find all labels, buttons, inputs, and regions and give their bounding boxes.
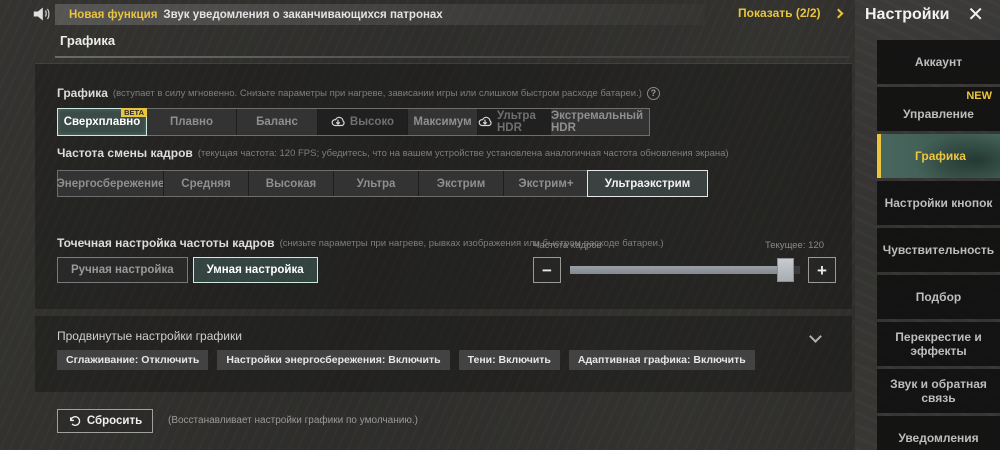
sidebar-item-label: Графика	[915, 149, 966, 163]
option-smooth[interactable]: Плавно	[146, 109, 236, 135]
option-label: Баланс	[256, 116, 298, 128]
option-ultra-hdr[interactable]: Ультра HDR	[477, 109, 550, 135]
manual-mode-button[interactable]: Ручная настройка	[57, 257, 188, 283]
graphics-quality-title: Графика	[57, 86, 108, 100]
smart-mode-button[interactable]: Умная настройка	[192, 257, 318, 283]
option-ultra[interactable]: Ультра	[333, 171, 418, 196]
mode-label: Ручная настройка	[71, 264, 174, 276]
announcement-tag: Новая функция	[69, 8, 158, 21]
tag-shadows: Тени: Включить	[458, 350, 560, 370]
graphics-quality-description: (вступает в силу мгновенно. Снизьте пара…	[112, 87, 642, 99]
option-ultra-extreme[interactable]: Ультраэкстрим	[587, 170, 708, 197]
fine-tune-title: Точечная настройка частоты кадров	[57, 236, 275, 250]
announcement-banner[interactable]: Новая функция Звук уведомления о заканчи…	[55, 4, 705, 25]
option-label: Экстрим	[436, 177, 486, 190]
sidebar-item-label: Подбор	[915, 290, 962, 304]
option-label: Средняя	[181, 177, 231, 190]
slider-label: Частота кадров	[533, 240, 602, 251]
tag-power-saving: Настройки энергосбережения: Включить	[217, 350, 450, 370]
option-label: Ультра HDR	[497, 110, 536, 134]
beta-badge: BETA	[121, 108, 147, 117]
tab-graphics[interactable]: Графика	[60, 33, 115, 48]
mode-label: Умная настройка	[206, 264, 304, 276]
advanced-graphics-panel[interactable]: Продвинутые настройки графики Сглаживани…	[35, 316, 852, 392]
option-label: Плавно	[169, 116, 213, 128]
speaker-icon	[32, 5, 52, 23]
option-extreme[interactable]: Экстрим	[418, 171, 503, 196]
sidebar-item-label: Настройки кнопок	[884, 196, 993, 210]
option-balanced[interactable]: Баланс	[236, 109, 317, 135]
slider-thumb[interactable]	[777, 258, 795, 282]
option-high[interactable]: Высокая	[248, 171, 333, 196]
option-ultra-smooth[interactable]: Сверхплавно BETA	[57, 108, 147, 136]
sidebar-item-graphics[interactable]: Графика	[877, 134, 1000, 178]
tab-divider	[55, 56, 850, 58]
sidebar-item-notifications[interactable]: Уведомления	[877, 416, 1000, 450]
framerate-header: Частота смены кадров (текущая частота: 1…	[57, 146, 729, 160]
settings-title: Настройки	[865, 6, 950, 23]
reset-label: Сбросить	[86, 415, 143, 427]
option-ultra-hd[interactable]: Максимум	[407, 109, 477, 135]
new-badge: NEW	[966, 90, 992, 102]
reset-description: (Восстанавливает настройки графики по ум…	[168, 415, 418, 426]
advanced-title: Продвинутые настройки графики	[57, 329, 242, 343]
sidebar-item-label: Аккаунт	[914, 55, 963, 69]
framerate-slider-track[interactable]	[570, 258, 800, 282]
option-label: Экстремальный HDR	[551, 110, 644, 134]
framerate-minus-button[interactable]: −	[533, 257, 561, 283]
option-label: Энергосбережение	[56, 177, 165, 190]
option-label: Максимум	[413, 116, 472, 128]
graphics-quality-options: Сверхплавно BETA Плавно Баланс Высоко Ма…	[57, 108, 650, 136]
option-label: Высоко	[349, 116, 395, 128]
help-icon[interactable]: ?	[646, 86, 660, 100]
announcement-text: Звук уведомления о заканчивающихся патро…	[163, 8, 443, 21]
chevron-right-icon	[833, 8, 843, 18]
sidebar-item-button-settings[interactable]: Настройки кнопок	[877, 181, 1000, 225]
sidebar-item-matchmaking[interactable]: Подбор	[877, 275, 1000, 319]
sidebar-item-label: Уведомления	[898, 431, 979, 445]
slider-current-value: Текущее: 120	[765, 240, 824, 251]
chevron-down-icon[interactable]	[809, 330, 822, 343]
settings-sidebar: Настройки ✕ Аккаунт NEW Управление Графи…	[855, 0, 1000, 450]
framerate-description: (текущая частота: 120 FPS; убедитесь, чт…	[197, 147, 729, 159]
sidebar-items: Аккаунт NEW Управление Графика Настройки…	[877, 40, 1000, 450]
option-label: Ультра	[356, 177, 396, 190]
tag-adaptive-graphics: Адаптивная графика: Включить	[568, 350, 755, 370]
option-label: Ультраэкстрим	[604, 177, 691, 190]
framerate-options: Энергосбережение Средняя Высокая Ультра …	[57, 170, 708, 197]
reset-icon	[68, 415, 81, 427]
sidebar-item-label: Чувствительность	[882, 243, 995, 257]
sidebar-item-label: Перекрестие и эффекты	[895, 330, 982, 358]
option-power-saving[interactable]: Энергосбережение	[56, 171, 165, 196]
option-extreme-hdr[interactable]: Экстремальный HDR	[550, 109, 649, 135]
sidebar-item-controls[interactable]: NEW Управление	[877, 87, 1000, 131]
graphics-quality-header: Графика (вступает в силу мгновенно. Сниз…	[57, 86, 660, 100]
sidebar-item-label: Звук и обратная связь	[890, 377, 987, 405]
sidebar-item-account[interactable]: Аккаунт	[877, 40, 1000, 84]
sidebar-item-sensitivity[interactable]: Чувствительность	[877, 228, 1000, 272]
cloud-download-icon	[478, 116, 492, 128]
option-label: Высокая	[265, 177, 317, 190]
cloud-download-icon	[331, 116, 345, 128]
sidebar-item-label: Управление	[903, 107, 974, 121]
show-announcements-link[interactable]: Показать (2/2)	[738, 6, 843, 20]
framerate-title: Частота смены кадров	[57, 146, 193, 160]
option-label: Сверхплавно	[63, 116, 141, 128]
sidebar-item-crosshair-effects[interactable]: Перекрестие и эффекты	[877, 322, 1000, 366]
show-label: Показать (2/2)	[738, 6, 821, 20]
framerate-plus-button[interactable]: +	[808, 257, 836, 283]
sidebar-item-sound-feedback[interactable]: Звук и обратная связь	[877, 369, 1000, 413]
fine-tune-description: (снизьте параметры при нагреве, рывках и…	[279, 237, 664, 249]
option-label: Экстрим+	[518, 177, 574, 190]
reset-button[interactable]: Сбросить	[57, 409, 153, 433]
option-extreme-plus[interactable]: Экстрим+	[503, 171, 588, 196]
tag-antialiasing: Сглаживание: Отключить	[57, 350, 209, 370]
slider-fill	[570, 266, 787, 274]
advanced-tags: Сглаживание: Отключить Настройки энергос…	[57, 350, 755, 370]
fine-tune-modes: Ручная настройка Умная настройка	[57, 257, 318, 283]
close-icon[interactable]: ✕	[967, 2, 984, 27]
option-medium[interactable]: Средняя	[163, 171, 248, 196]
option-hd[interactable]: Высоко	[317, 109, 407, 135]
